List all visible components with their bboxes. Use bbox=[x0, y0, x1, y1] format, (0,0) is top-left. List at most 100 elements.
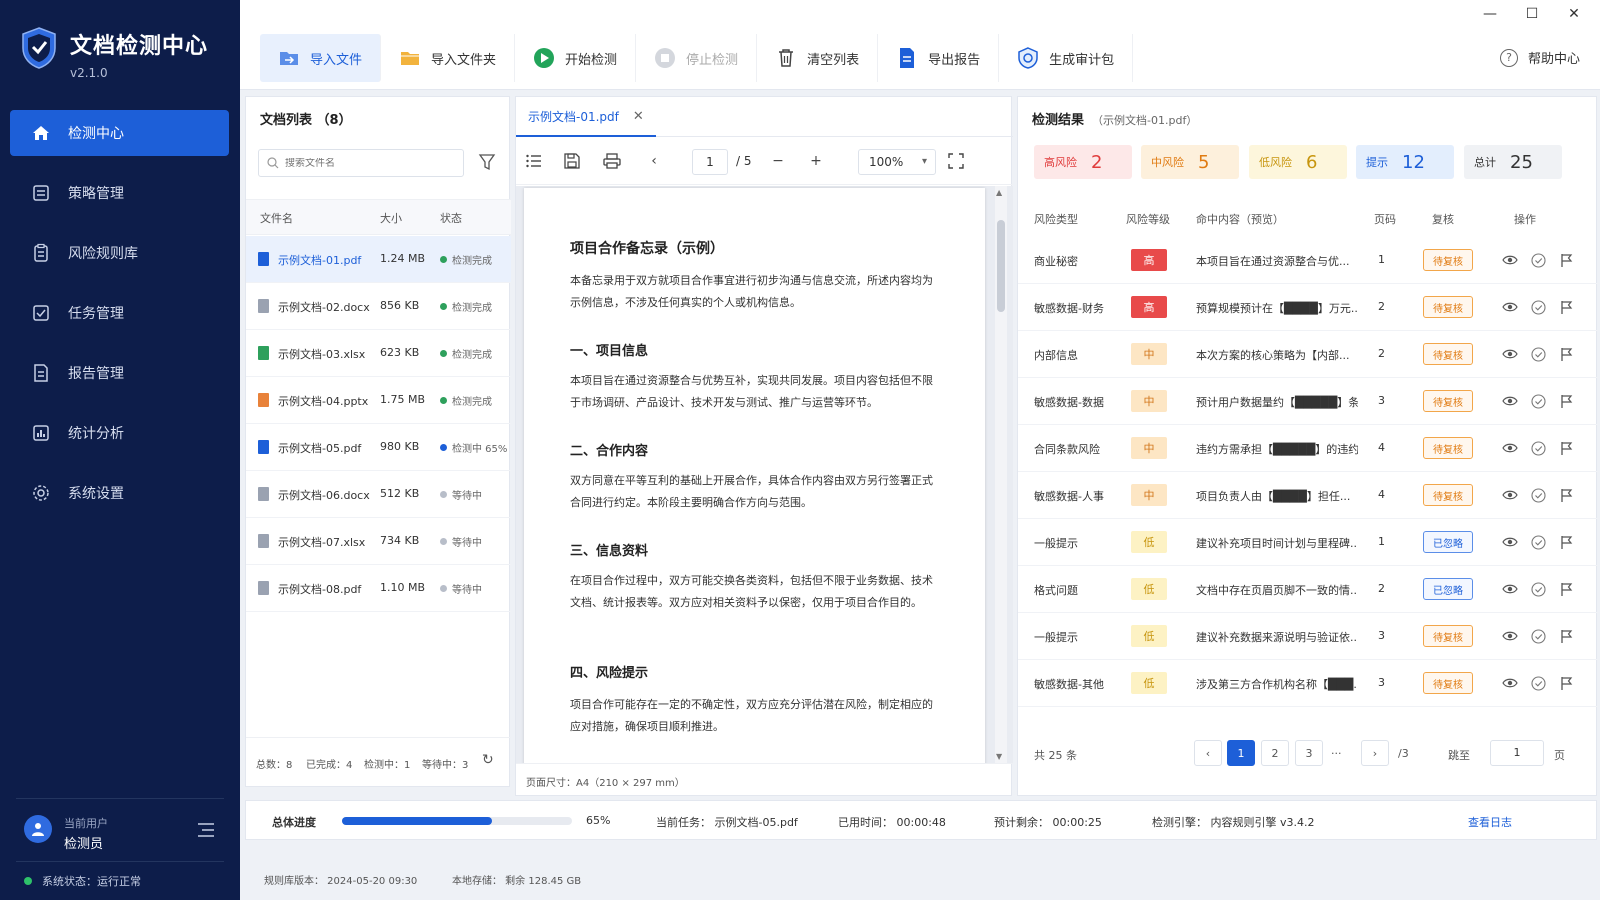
stop-detection-button[interactable]: 停止检测 bbox=[636, 34, 758, 82]
export-report-button[interactable]: 导出报告 bbox=[878, 34, 1000, 82]
sidebar-item-detection[interactable]: 检测中心 bbox=[10, 110, 229, 156]
prev-page-icon[interactable]: ‹ bbox=[644, 151, 664, 171]
file-row[interactable]: 示例文档-06.docx 512 KB 等待中 bbox=[246, 471, 511, 518]
review-status-button[interactable]: 已忽略 bbox=[1423, 578, 1473, 600]
check-icon[interactable] bbox=[1530, 440, 1546, 456]
check-icon[interactable] bbox=[1530, 581, 1546, 597]
result-row[interactable]: 内部信息 中 本次方案的核心策略为【内部... 2 待复核 bbox=[1018, 331, 1598, 378]
view-icon[interactable] bbox=[1502, 440, 1518, 456]
view-icon[interactable] bbox=[1502, 393, 1518, 409]
file-row[interactable]: 示例文档-03.xlsx 623 KB 检测完成 bbox=[246, 330, 511, 377]
check-icon[interactable] bbox=[1530, 534, 1546, 550]
next-page-button[interactable]: › bbox=[1361, 740, 1389, 766]
review-status-button[interactable]: 待复核 bbox=[1423, 672, 1473, 694]
file-row[interactable]: 示例文档-07.xlsx 734 KB 等待中 bbox=[246, 518, 511, 565]
file-row[interactable]: 示例文档-04.pptx 1.75 MB 检测完成 bbox=[246, 377, 511, 424]
view-icon[interactable] bbox=[1502, 299, 1518, 315]
save-icon[interactable] bbox=[562, 151, 582, 171]
view-icon[interactable] bbox=[1502, 487, 1518, 503]
page-button-3[interactable]: 3 bbox=[1295, 740, 1323, 766]
maximize-icon[interactable]: ☐ bbox=[1524, 6, 1540, 22]
flag-icon[interactable] bbox=[1558, 675, 1574, 691]
result-row[interactable]: 敏感数据-人事 中 项目负责人由【████】担任... 4 待复核 bbox=[1018, 472, 1598, 519]
scroll-thumb[interactable] bbox=[997, 220, 1005, 312]
check-icon[interactable] bbox=[1530, 252, 1546, 268]
scroll-down-icon[interactable]: ▼ bbox=[996, 752, 1002, 761]
view-log-link[interactable]: 查看日志 bbox=[1468, 814, 1512, 830]
print-icon[interactable] bbox=[602, 151, 622, 171]
check-icon[interactable] bbox=[1530, 346, 1546, 362]
flag-icon[interactable] bbox=[1558, 628, 1574, 644]
sidebar-item-settings[interactable]: 系统设置 bbox=[10, 470, 229, 516]
result-row[interactable]: 一般提示 低 建议补充项目时间计划与里程碑... 1 已忽略 bbox=[1018, 519, 1598, 566]
sidebar-item-policy[interactable]: 策略管理 bbox=[10, 170, 229, 216]
view-icon[interactable] bbox=[1502, 628, 1518, 644]
refresh-icon[interactable]: ↻ bbox=[482, 752, 494, 768]
view-icon[interactable] bbox=[1502, 675, 1518, 691]
check-icon[interactable] bbox=[1530, 299, 1546, 315]
zoom-select[interactable]: 100% ▾ bbox=[858, 149, 936, 175]
flag-icon[interactable] bbox=[1558, 487, 1574, 503]
close-window-icon[interactable]: ✕ bbox=[1566, 6, 1582, 22]
page-button-1[interactable]: 1 bbox=[1227, 740, 1255, 766]
fullscreen-icon[interactable] bbox=[946, 151, 966, 171]
file-row[interactable]: 示例文档-08.pdf 1.10 MB 等待中 bbox=[246, 565, 511, 612]
view-icon[interactable] bbox=[1502, 534, 1518, 550]
zoom-in-icon[interactable]: + bbox=[806, 151, 826, 171]
page-number-input[interactable]: 1 bbox=[692, 149, 728, 175]
result-row[interactable]: 敏感数据-其他 低 涉及第三方合作机构名称【███... 3 待复核 bbox=[1018, 660, 1598, 707]
review-status-button[interactable]: 待复核 bbox=[1423, 484, 1473, 506]
review-status-button[interactable]: 待复核 bbox=[1423, 249, 1473, 271]
view-icon[interactable] bbox=[1502, 581, 1518, 597]
flag-icon[interactable] bbox=[1558, 440, 1574, 456]
flag-icon[interactable] bbox=[1558, 299, 1574, 315]
sidebar-item-reports[interactable]: 报告管理 bbox=[10, 350, 229, 396]
filter-icon[interactable] bbox=[478, 153, 496, 171]
view-icon[interactable] bbox=[1502, 346, 1518, 362]
minimize-icon[interactable]: — bbox=[1482, 6, 1498, 22]
result-row[interactable]: 格式问题 低 文档中存在页眉页脚不一致的情... 2 已忽略 bbox=[1018, 566, 1598, 613]
summary-card[interactable]: 提示 12 bbox=[1356, 145, 1454, 179]
summary-card[interactable]: 总计 25 bbox=[1464, 145, 1562, 179]
flag-icon[interactable] bbox=[1558, 393, 1574, 409]
prev-page-button[interactable]: ‹ bbox=[1194, 740, 1222, 766]
zoom-out-icon[interactable]: − bbox=[768, 151, 788, 171]
jump-input[interactable]: 1 bbox=[1490, 740, 1544, 766]
avatar[interactable] bbox=[24, 815, 52, 843]
menu-collapse-icon[interactable] bbox=[196, 821, 216, 839]
close-tab-icon[interactable]: ✕ bbox=[633, 109, 644, 124]
review-status-button[interactable]: 已忽略 bbox=[1423, 531, 1473, 553]
generate-audit-button[interactable]: 生成审计包 bbox=[999, 34, 1134, 82]
import-file-button[interactable]: 导入文件 bbox=[260, 34, 382, 82]
check-icon[interactable] bbox=[1530, 675, 1546, 691]
review-status-button[interactable]: 待复核 bbox=[1423, 437, 1473, 459]
result-row[interactable]: 商业秘密 高 本项目旨在通过资源整合与优... 1 待复核 bbox=[1018, 237, 1598, 284]
import-folder-button[interactable]: 导入文件夹 bbox=[381, 34, 516, 82]
check-icon[interactable] bbox=[1530, 393, 1546, 409]
review-status-button[interactable]: 待复核 bbox=[1423, 390, 1473, 412]
sidebar-item-rules[interactable]: 风险规则库 bbox=[10, 230, 229, 276]
flag-icon[interactable] bbox=[1558, 346, 1574, 362]
scroll-up-icon[interactable]: ▲ bbox=[996, 188, 1002, 197]
review-status-button[interactable]: 待复核 bbox=[1423, 625, 1473, 647]
check-icon[interactable] bbox=[1530, 487, 1546, 503]
sidebar-item-stats[interactable]: 统计分析 bbox=[10, 410, 229, 456]
vertical-scrollbar[interactable]: ▲ ▼ bbox=[995, 186, 1007, 763]
flag-icon[interactable] bbox=[1558, 581, 1574, 597]
check-icon[interactable] bbox=[1530, 628, 1546, 644]
review-status-button[interactable]: 待复核 bbox=[1423, 296, 1473, 318]
file-row[interactable]: 示例文档-01.pdf 1.24 MB 检测完成 bbox=[246, 236, 511, 283]
view-icon[interactable] bbox=[1502, 252, 1518, 268]
page-button-2[interactable]: 2 bbox=[1261, 740, 1289, 766]
summary-card[interactable]: 中风险 5 bbox=[1141, 145, 1239, 179]
search-input[interactable] bbox=[285, 157, 455, 169]
outline-icon[interactable] bbox=[524, 151, 544, 171]
help-button[interactable]: ? 帮助中心 bbox=[1499, 48, 1580, 67]
flag-icon[interactable] bbox=[1558, 534, 1574, 550]
result-row[interactable]: 一般提示 低 建议补充数据来源说明与验证依... 3 待复核 bbox=[1018, 613, 1598, 660]
summary-card[interactable]: 高风险 2 bbox=[1034, 145, 1132, 179]
result-row[interactable]: 敏感数据-数据 中 预计用户数据量约【█████】条... 3 待复核 bbox=[1018, 378, 1598, 425]
tab-document[interactable]: 示例文档-01.pdf ✕ bbox=[516, 97, 656, 137]
result-row[interactable]: 合同条款风险 中 违约方需承担【█████】的违约... 4 待复核 bbox=[1018, 425, 1598, 472]
file-row[interactable]: 示例文档-05.pdf 980 KB 检测中 65% bbox=[246, 424, 511, 471]
